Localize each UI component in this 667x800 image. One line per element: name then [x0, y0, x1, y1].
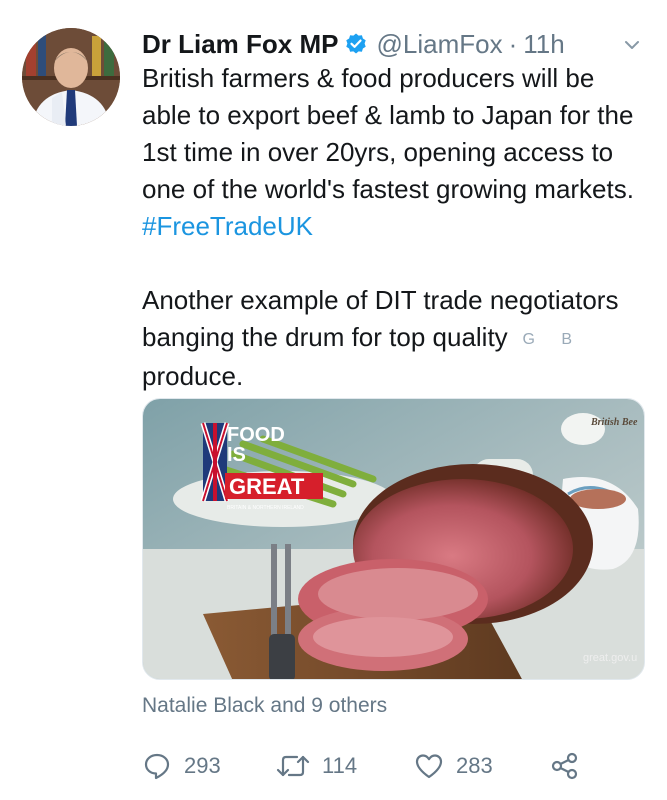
- share-icon: [551, 752, 578, 780]
- author-avatar[interactable]: [22, 28, 120, 126]
- tweet-text-part-3: produce.: [142, 360, 244, 391]
- like-count: 283: [456, 753, 493, 778]
- badge-line-3: GREAT: [229, 474, 305, 499]
- author-handle[interactable]: @LiamFox: [376, 29, 502, 60]
- tweet-actions: 293 114 283: [142, 748, 602, 784]
- retweet-icon: [276, 755, 310, 777]
- chevron-down-icon[interactable]: [621, 34, 643, 56]
- badge-line-1: FOOD: [227, 424, 285, 446]
- hashtag-link[interactable]: #FreeTradeUK: [142, 211, 313, 241]
- like-button[interactable]: 283: [414, 748, 493, 784]
- tweet-text-part-1: British farmers & food producers will be…: [142, 63, 634, 204]
- tweet-paragraph-2: Another example of DIT trade negotiators…: [142, 282, 642, 395]
- tweet-header: Dr Liam Fox MP @LiamFox · 11h: [142, 28, 637, 60]
- flag-emoji-g: G: [522, 330, 535, 348]
- retweet-count: 114: [322, 753, 358, 778]
- verified-badge-icon: [344, 32, 368, 56]
- reply-button[interactable]: 293: [142, 748, 221, 784]
- reply-icon: [144, 753, 170, 780]
- heart-icon: [415, 754, 443, 779]
- reply-count: 293: [184, 753, 221, 778]
- image-watermark: great.gov.u: [583, 652, 637, 664]
- liked-by-summary[interactable]: Natalie Black and 9 others: [142, 694, 387, 718]
- tweet-text: British farmers & food producers will be…: [142, 60, 642, 395]
- header-separator: ·: [508, 28, 518, 59]
- tweet: Dr Liam Fox MP @LiamFox · 11h British fa…: [0, 0, 667, 800]
- tweet-media-image[interactable]: FOOD IS GREAT BRITAIN & NORTHERN IRELAND…: [142, 398, 645, 680]
- author-name[interactable]: Dr Liam Fox MP: [142, 29, 338, 60]
- badge-tagline: BRITAIN & NORTHERN IRELAND: [227, 505, 304, 511]
- tweet-text-part-2: Another example of DIT trade negotiators…: [142, 285, 619, 352]
- tweet-paragraph-1: British farmers & food producers will be…: [142, 60, 642, 245]
- tweet-timestamp[interactable]: 11h: [523, 29, 564, 60]
- badge-line-2: IS: [227, 444, 246, 466]
- flag-emoji-b: B: [561, 330, 573, 348]
- corner-label: British Bee: [590, 417, 638, 428]
- share-button[interactable]: [550, 748, 592, 784]
- retweet-button[interactable]: 114: [276, 748, 357, 784]
